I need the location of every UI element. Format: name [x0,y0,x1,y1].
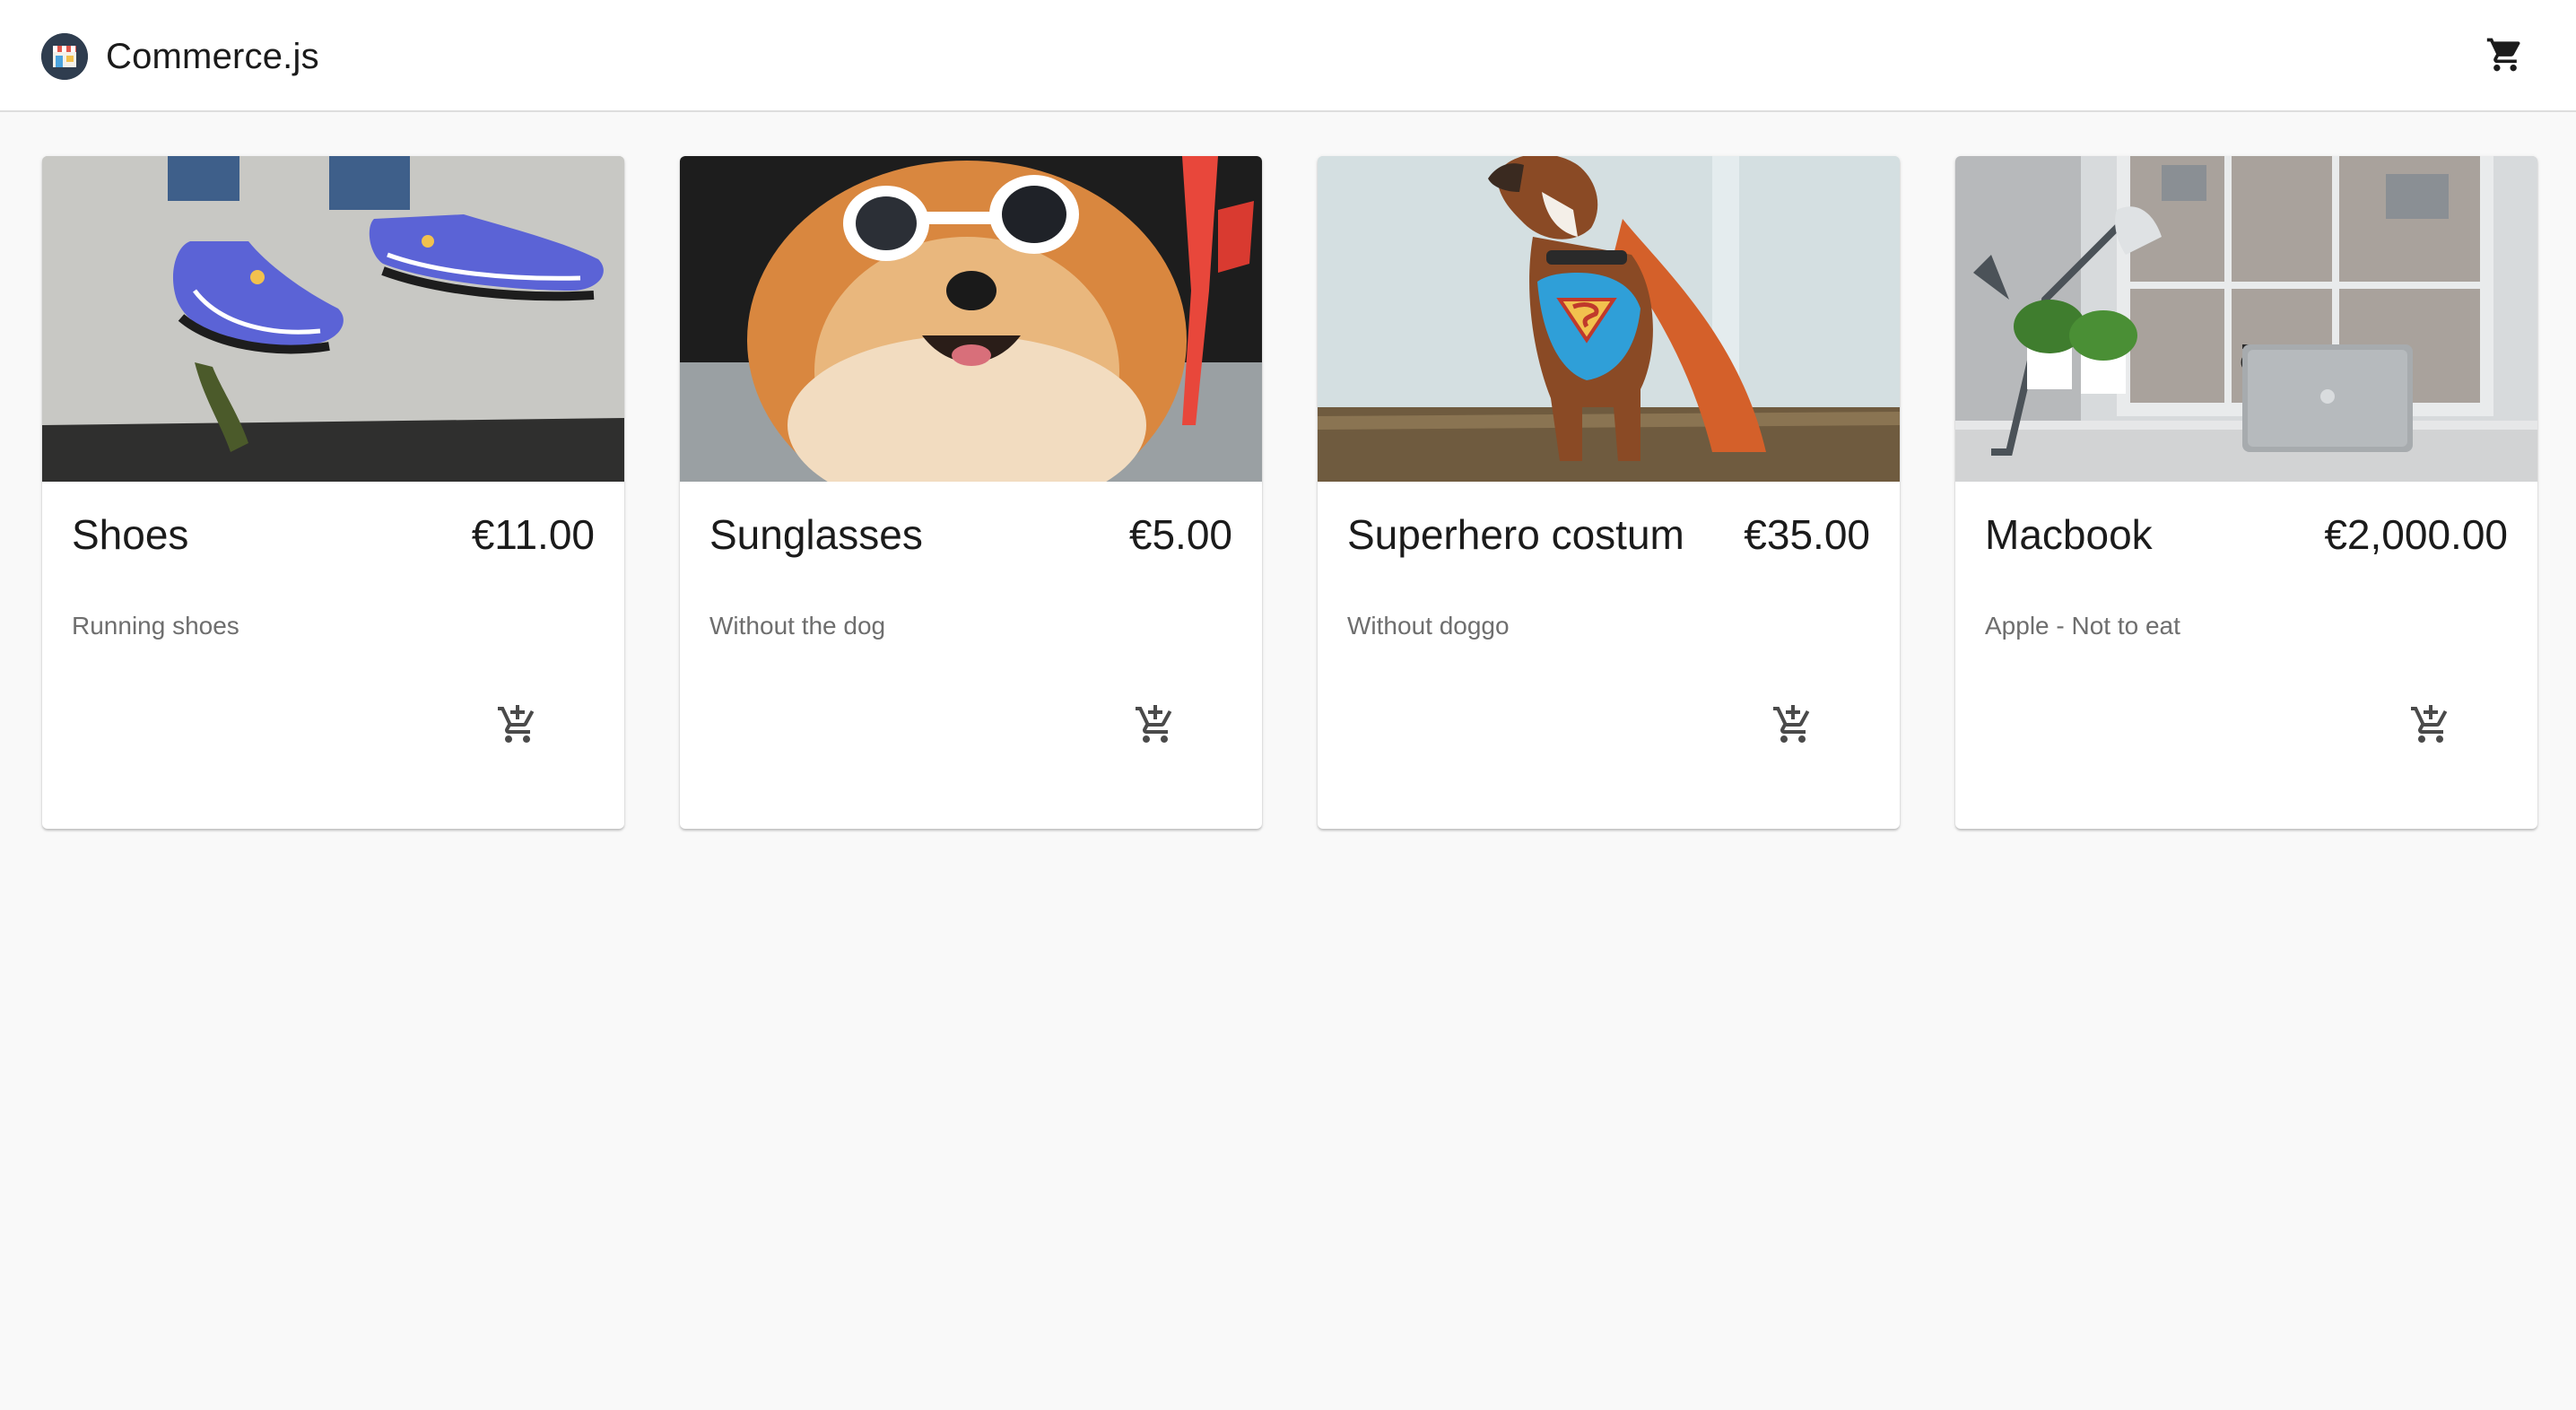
product-description: Without doggo [1347,612,1510,640]
brand[interactable]: Commerce.js [41,32,319,81]
product-name: Shoes [72,511,189,558]
shopping-cart-icon [2485,35,2525,79]
product-card: Sunglasses €5.00 Without the dog [680,156,1262,829]
product-grid: Shoes €11.00 Running shoes Sunglasses €5… [42,156,2537,829]
product-description: Running shoes [72,612,239,640]
product-price: €11.00 [471,511,595,558]
add-to-cart-button[interactable] [1112,683,1198,770]
add-to-cart-button[interactable] [2388,683,2474,770]
dog-superhero-costume-photo [1318,156,1900,482]
sneakers-photo [42,156,624,482]
card-header: Macbook €2,000.00 [1985,510,2508,559]
product-price: €5.00 [1128,511,1232,558]
store-icon [41,33,88,80]
app-bar: Commerce.js [0,0,2576,112]
macbook-desk-photo [1955,156,2537,482]
card-header: Shoes €11.00 [72,510,595,559]
card-header: Superhero costum €35.00 [1347,510,1870,559]
product-price: €2,000.00 [2324,511,2508,558]
product-card: Shoes €11.00 Running shoes [42,156,624,829]
product-card: Macbook €2,000.00 Apple - Not to eat [1955,156,2537,829]
add-shopping-cart-icon [1771,703,1815,751]
card-header: Sunglasses €5.00 [709,510,1232,559]
app-title: Commerce.js [106,36,319,76]
product-description: Apple - Not to eat [1985,612,2180,640]
cart-button[interactable] [2476,27,2535,86]
product-name: Sunglasses [709,511,923,558]
product-description: Without the dog [709,612,886,640]
add-shopping-cart-icon [1134,703,1177,751]
add-shopping-cart-icon [2409,703,2452,751]
add-to-cart-button[interactable] [474,683,561,770]
product-card: Superhero costum €35.00 Without doggo [1318,156,1900,829]
product-price: €35.00 [1744,511,1870,558]
dog-sunglasses-photo [680,156,1262,482]
add-shopping-cart-icon [496,703,539,751]
product-name: Superhero costum [1347,511,1684,558]
add-to-cart-button[interactable] [1750,683,1836,770]
product-name: Macbook [1985,511,2153,558]
